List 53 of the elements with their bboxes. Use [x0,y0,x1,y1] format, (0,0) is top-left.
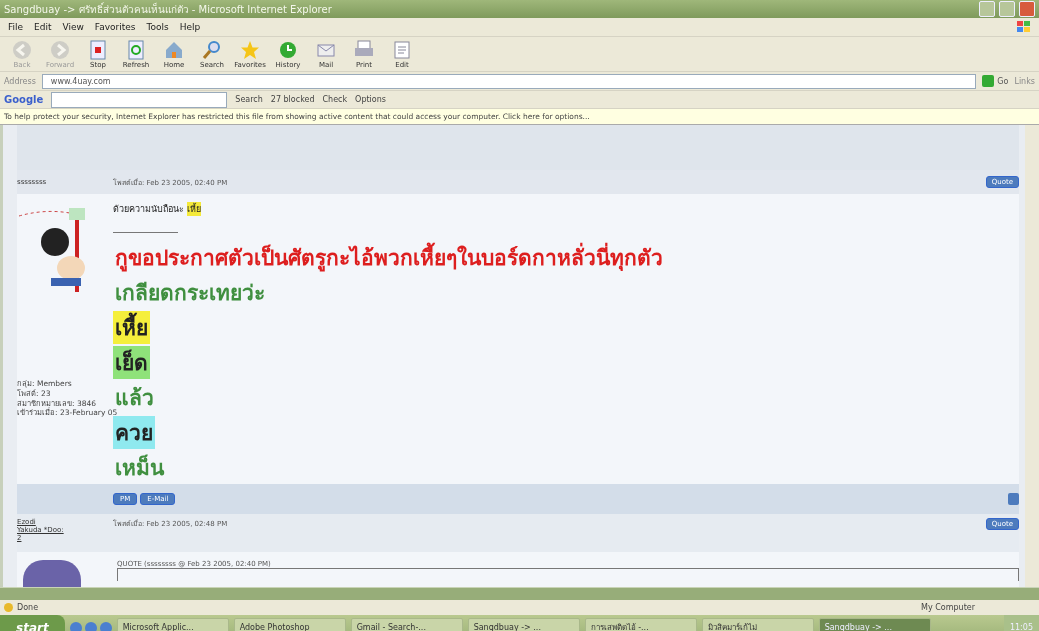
post-text: เกลียดกระเทยว่ะ [114,281,266,305]
search-icon [201,39,223,61]
window-title: Sangdbuay -> ศรัทธิ์ส่วนตัวคนเห็นแก่ตัว - Microsoft Internet Explorer [4,1,333,17]
taskbar-item[interactable]: Adobe Photoshop [233,618,346,631]
google-search-field[interactable] [51,91,228,108]
close-button[interactable] [1019,1,1035,17]
taskbar-item[interactable]: Microsoft Applic... [116,618,229,631]
taskbar-item[interactable]: Sangdbuay -> ... [818,618,931,631]
menu-item[interactable]: Edit [34,22,52,32]
security-zone: My Computer [921,603,975,612]
menu-item[interactable]: View [62,22,84,32]
post-text: แล้ว [115,386,155,410]
highlighted-text: เย็ด [113,346,150,379]
stop-icon [87,39,109,61]
page-status-icon [4,603,13,612]
post-text: ด้วยความนับถือนะ [113,203,184,216]
check-button[interactable]: Check [322,95,348,104]
post-text: เหม็น [114,456,166,480]
taskbar-item[interactable]: Sangdbuay -> ... [467,618,580,631]
back-icon [11,39,33,61]
menu-item[interactable]: Help [179,22,201,32]
menu-item[interactable]: Tools [146,22,169,32]
quick-launch-icon[interactable] [69,621,82,631]
minimize-button[interactable] [979,1,995,17]
address-field[interactable]: www.4uay.com [41,73,977,89]
google-logo[interactable]: Google [4,94,44,105]
menu-item[interactable]: File [8,22,24,32]
history-icon [277,39,299,61]
highlighted-text: ควย [113,416,155,449]
maximize-button[interactable] [999,1,1015,17]
taskbar-item[interactable]: การเสพติดไอ้ -... [584,618,697,631]
refresh-icon [125,39,147,61]
popup-blocker-button[interactable]: 27 blocked [270,95,315,104]
highlighted-text: เหี้ย [187,202,201,216]
options-button[interactable]: Options [355,95,386,104]
forward-icon [49,39,71,61]
highlighted-text: เหี้ย [113,311,150,344]
clock: 11:05 [1009,623,1033,631]
status-text: Done [17,603,39,612]
windows-flag-icon [1017,21,1031,33]
scroll-top-icon[interactable] [1008,493,1019,505]
star-icon [239,39,261,61]
quick-launch-icon[interactable] [99,621,112,631]
edit-icon [391,39,413,61]
go-button[interactable]: Go [982,75,1009,87]
quick-launch-icon[interactable] [84,621,97,631]
home-icon [163,39,185,61]
taskbar-item[interactable]: Gmail - Search-... [350,618,463,631]
address-label: Address [4,76,36,86]
horizontal-scrollbar[interactable] [0,587,1039,600]
menu-item[interactable]: Favorites [94,22,136,32]
taskbar-item[interactable]: มิวสิคมาร์เก้ไม่ [701,618,814,631]
search-button[interactable]: Search [235,95,263,104]
